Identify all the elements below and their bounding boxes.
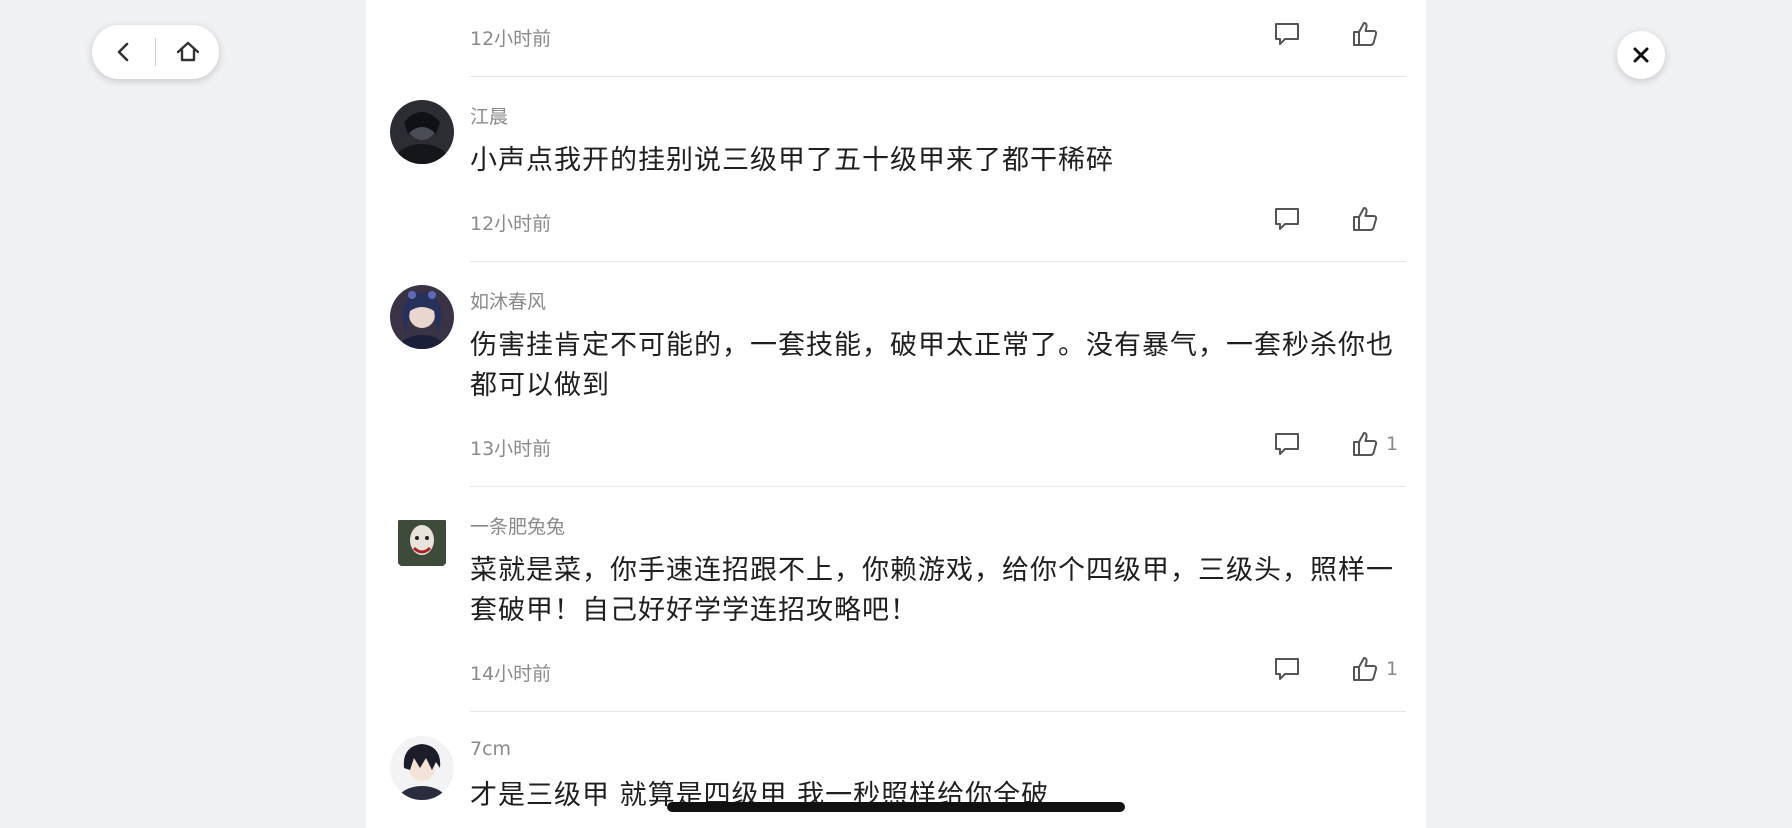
home-icon bbox=[176, 41, 199, 62]
comment-meta: 12小时前 bbox=[470, 202, 1406, 238]
like-count: 1 bbox=[1386, 433, 1399, 455]
floating-nav bbox=[92, 25, 219, 79]
comment-username[interactable]: 一条肥兔兔 bbox=[470, 512, 565, 539]
thumbs-up-icon bbox=[1353, 207, 1378, 231]
comment-text: 小声点我开的挂别说三级甲了五十级甲来了都干稀碎 bbox=[470, 145, 1114, 176]
comment-meta: 14小时前 1 bbox=[470, 652, 1406, 688]
comment-divider bbox=[470, 261, 1406, 262]
comment-icon bbox=[1275, 23, 1299, 45]
like-button[interactable]: 1 bbox=[1350, 653, 1398, 685]
comment-username[interactable]: 7cm bbox=[470, 738, 511, 760]
thumbs-up-icon bbox=[1353, 432, 1378, 456]
close-icon bbox=[1633, 47, 1649, 63]
avatar[interactable] bbox=[390, 736, 454, 800]
comment-timestamp: 12小时前 bbox=[470, 28, 552, 50]
thumbs-up-icon bbox=[1353, 657, 1378, 681]
close-button[interactable] bbox=[1617, 31, 1665, 79]
like-count: 1 bbox=[1386, 658, 1399, 680]
like-button[interactable] bbox=[1350, 203, 1386, 235]
comment-timestamp: 13小时前 bbox=[470, 438, 552, 460]
comment-icon bbox=[1275, 208, 1299, 230]
comment-username[interactable]: 如沐春风 bbox=[470, 287, 546, 314]
comment-divider bbox=[470, 486, 1406, 487]
avatar[interactable] bbox=[390, 285, 454, 349]
avatar[interactable] bbox=[390, 100, 454, 164]
avatar[interactable] bbox=[390, 510, 454, 574]
home-button[interactable] bbox=[156, 25, 219, 79]
comment-timestamp: 14小时前 bbox=[470, 663, 552, 685]
comment-meta: 12小时前 bbox=[470, 17, 1406, 53]
comment-text: 伤害挂肯定不可能的，一套技能，破甲太正常了。没有暴气，一套秒杀你也都可以做到 bbox=[470, 330, 1394, 401]
thumbs-up-icon bbox=[1353, 22, 1378, 46]
chevron-left-icon bbox=[117, 42, 128, 62]
comment-divider bbox=[470, 711, 1406, 712]
back-button[interactable] bbox=[92, 25, 155, 79]
reply-button[interactable] bbox=[1272, 204, 1302, 234]
reply-button[interactable] bbox=[1272, 19, 1302, 49]
comment-username[interactable]: 江晨 bbox=[470, 102, 508, 129]
reply-button[interactable] bbox=[1272, 654, 1302, 684]
comment-timestamp: 12小时前 bbox=[470, 213, 552, 235]
like-button[interactable]: 1 bbox=[1350, 428, 1398, 460]
comment-icon bbox=[1275, 658, 1299, 680]
like-button[interactable] bbox=[1350, 18, 1386, 50]
comment-divider bbox=[470, 76, 1406, 77]
reply-button[interactable] bbox=[1272, 429, 1302, 459]
comment-icon bbox=[1275, 433, 1299, 455]
comment-text: 菜就是菜，你手速连招跟不上，你赖游戏，给你个四级甲，三级头，照样一套破甲！自己好… bbox=[470, 555, 1394, 626]
comment-meta: 13小时前 1 bbox=[470, 427, 1406, 463]
comments-panel: 12小时前 江晨 小声点我开的挂别说三级甲了五十级甲来了都干稀碎 12小时前 如… bbox=[366, 0, 1426, 828]
home-indicator bbox=[667, 802, 1125, 812]
